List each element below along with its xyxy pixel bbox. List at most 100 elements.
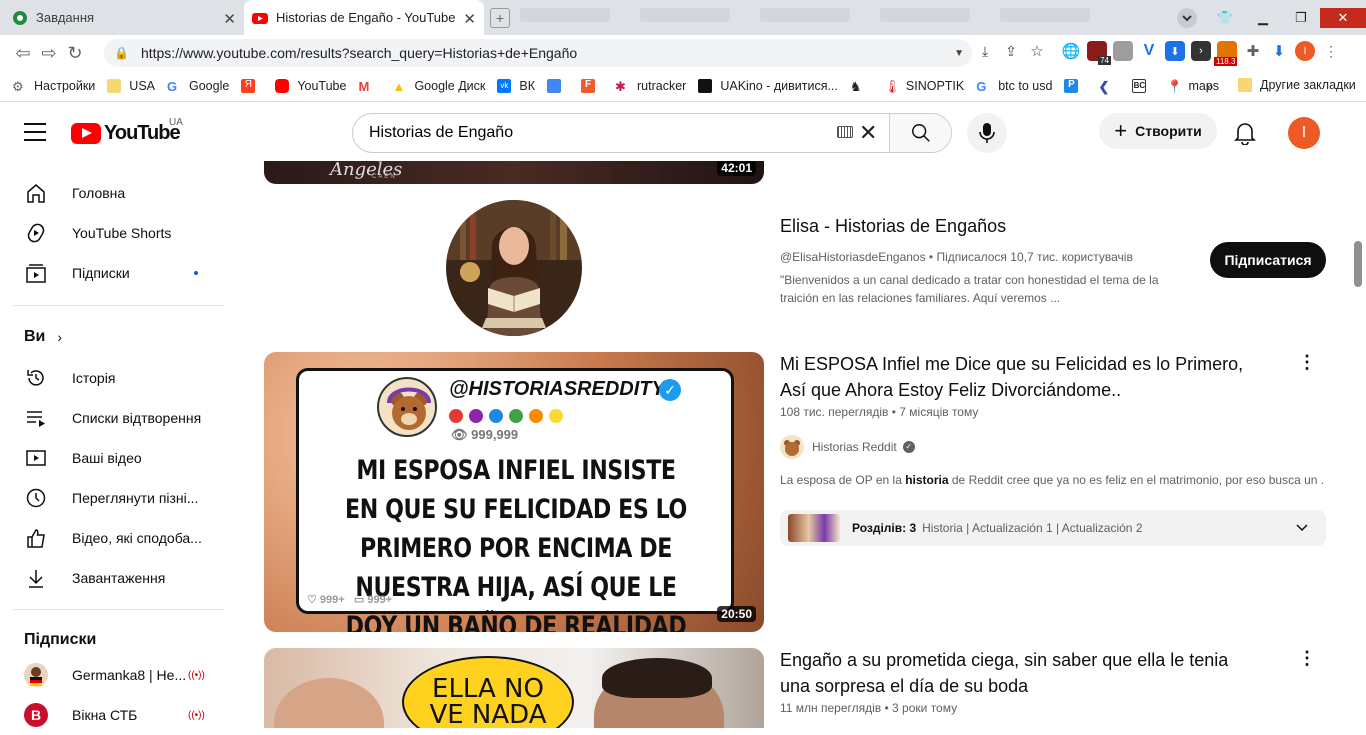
- chapters-bar[interactable]: Розділів: 3 Historia | Actualización 1 |…: [780, 510, 1326, 546]
- video-title[interactable]: Mi ESPOSA Infiel me Dice que su Felicida…: [780, 351, 1260, 403]
- vk-icon: vk: [497, 79, 512, 93]
- bookmark-btc[interactable]: Gbtc to usd: [976, 79, 1052, 94]
- voice-search-button[interactable]: [967, 113, 1007, 153]
- youtube-icon: [275, 79, 290, 93]
- playlists-icon: [24, 406, 48, 430]
- subscribe-button[interactable]: Підписатися: [1210, 242, 1326, 278]
- close-tab-icon[interactable]: ✕: [223, 10, 236, 28]
- bookmark-rutracker[interactable]: ✱ rutracker: [615, 79, 686, 94]
- drive-icon: ▲: [392, 79, 406, 94]
- puzzle-extensions-icon[interactable]: ✚: [1243, 41, 1263, 61]
- new-tab-button[interactable]: +: [490, 8, 510, 28]
- video-thumbnail[interactable]: Ángeles CAEN 42:01: [264, 161, 764, 184]
- close-tab-icon[interactable]: ✕: [463, 10, 476, 28]
- minimize-icon[interactable]: ▁: [1244, 8, 1282, 28]
- dropdown-icon[interactable]: ▼: [954, 48, 964, 59]
- channel-avatar-large[interactable]: [446, 200, 582, 336]
- bookmark-p[interactable]: P: [1064, 79, 1086, 93]
- forward-icon[interactable]: ⇨: [36, 43, 62, 64]
- channel-handle-subscribers[interactable]: @ElisaHistoriasdeEnganos • Підписалося 1…: [780, 250, 1133, 264]
- downloader-extension-icon[interactable]: ⬇: [1165, 41, 1185, 61]
- download-page-icon[interactable]: ⤓: [975, 41, 995, 61]
- more-options-icon[interactable]: ⋮: [1298, 649, 1316, 667]
- adblock-icon[interactable]: 74: [1087, 41, 1111, 65]
- video-title[interactable]: Engaño a su prometida ciega, sin saber q…: [780, 647, 1260, 699]
- sidebar-item-liked-videos[interactable]: Відео, які сподоба...: [12, 518, 212, 558]
- sidebar-item-home[interactable]: Головна: [12, 173, 212, 213]
- bookmark-youtube[interactable]: YouTube: [275, 79, 346, 93]
- video-thumbnail[interactable]: ELLA NO VE NADA: [264, 648, 764, 728]
- profile-icon[interactable]: I: [1295, 41, 1315, 61]
- uakino-icon: [698, 79, 713, 93]
- sidebar-item-downloads[interactable]: Завантаження: [12, 558, 212, 598]
- bookmarks-overflow-icon[interactable]: »: [1206, 79, 1213, 94]
- address-bar[interactable]: 🔒 https://www.youtube.com/results?search…: [104, 39, 972, 67]
- thumbnail-handle: @HISTORIASREDDITYA: [449, 378, 678, 400]
- account-avatar[interactable]: I: [1288, 117, 1320, 149]
- sidebar-you-heading[interactable]: Ви ›: [12, 317, 212, 357]
- shirt-icon[interactable]: 👕: [1206, 8, 1244, 28]
- bookmark-yandex[interactable]: Я: [241, 79, 263, 93]
- bookmark-arrow[interactable]: ❮: [1098, 79, 1120, 94]
- search-input[interactable]: [353, 114, 893, 152]
- sidebar-item-playlists[interactable]: Списки відтворення: [12, 398, 212, 438]
- video-thumbnail[interactable]: @HISTORIASREDDITYA ✓ 👁 999,999 MI ESPOSA…: [264, 352, 764, 632]
- gmail-icon: M: [358, 79, 370, 94]
- browser-tab-tasks[interactable]: Завдання ✕: [0, 0, 244, 35]
- bookmark-f[interactable]: F: [581, 79, 603, 93]
- bookmark-google-drive[interactable]: ▲ Google Диск: [392, 79, 485, 94]
- bookmark-figure[interactable]: ♞: [850, 79, 872, 94]
- create-button[interactable]: + Створити: [1099, 113, 1217, 149]
- more-options-icon[interactable]: ⋮: [1298, 353, 1316, 371]
- bookmark-star-icon[interactable]: ☆: [1027, 41, 1047, 61]
- bookmark-usa[interactable]: USA: [107, 79, 155, 93]
- vpn-extension-icon[interactable]: V: [1139, 41, 1159, 61]
- keyboard-icon[interactable]: [837, 126, 853, 138]
- bookmark-translate[interactable]: [547, 79, 569, 93]
- vpn-globe-icon[interactable]: 🌐: [1061, 41, 1081, 61]
- menu-icon[interactable]: ⋮: [1321, 41, 1341, 61]
- clear-search-icon[interactable]: ✕: [859, 120, 877, 146]
- thumbnail-subtext: CAEN: [372, 174, 397, 180]
- share-icon[interactable]: ⇪: [1001, 41, 1021, 61]
- briefcase-extension-icon[interactable]: [1113, 41, 1133, 61]
- browser-tab-bar: Завдання ✕ Historias de Engaño - YouTube…: [0, 0, 1366, 35]
- monitor-extension-icon[interactable]: 118.3: [1214, 41, 1238, 66]
- page-scrollbar[interactable]: [1354, 241, 1362, 287]
- sidebar-item-shorts[interactable]: YouTube Shorts: [12, 213, 212, 253]
- bookmark-uakino[interactable]: UAKino - дивитися...: [698, 79, 838, 93]
- sidebar-item-history[interactable]: Історія: [12, 358, 212, 398]
- bookmark-bc[interactable]: BC: [1132, 79, 1154, 93]
- back-icon[interactable]: ⇦: [10, 43, 36, 64]
- bookmark-vk[interactable]: vk ВК: [497, 79, 535, 93]
- sidebar-item-your-videos[interactable]: Ваші відео: [12, 438, 212, 478]
- channel-name[interactable]: Elisa - Historias de Engaños: [780, 216, 1006, 237]
- downloads-icon[interactable]: ⬇: [1269, 41, 1289, 61]
- search-results: Ángeles CAEN 42:01 Elisa - Historias de …: [236, 161, 1350, 728]
- terminal-extension-icon[interactable]: ›: [1191, 41, 1211, 61]
- maximize-icon[interactable]: ❐: [1282, 8, 1320, 28]
- background-tabs: [520, 8, 1100, 28]
- comment-icon: ▭: [353, 594, 368, 606]
- address-toolbar: ⇦ ⇨ ↻ 🔒 https://www.youtube.com/results?…: [0, 35, 1366, 71]
- tab-search-icon[interactable]: [1168, 7, 1206, 28]
- reload-icon[interactable]: ↻: [62, 43, 88, 64]
- sidebar-subscription-germanka8[interactable]: Germanka8 | Не... ((•)): [12, 655, 212, 695]
- bookmark-sinoptik[interactable]: 🌡 SINOPTIK: [884, 79, 964, 94]
- sidebar-subscription-vikna-stb[interactable]: B Вікна СТБ ((•)): [12, 695, 212, 735]
- verified-icon: ✓: [902, 441, 915, 453]
- sidebar-item-subscriptions[interactable]: Підписки: [12, 253, 212, 293]
- search-button[interactable]: [889, 114, 951, 152]
- notifications-bell-icon[interactable]: [1234, 121, 1256, 145]
- bookmark-gmail[interactable]: M: [358, 79, 380, 94]
- bookmark-settings[interactable]: ⚙ Настройки: [12, 79, 95, 94]
- bookmark-google[interactable]: G Google: [167, 79, 229, 94]
- video-channel[interactable]: Historias Reddit ✓: [780, 435, 915, 459]
- sidebar-item-watch-later[interactable]: Переглянути пізні...: [12, 478, 212, 518]
- close-window-icon[interactable]: ✕: [1320, 7, 1366, 28]
- channel-name: Historias Reddit: [812, 440, 897, 454]
- other-bookmarks[interactable]: Другие закладки: [1238, 78, 1356, 92]
- youtube-logo[interactable]: YouTube UA: [71, 117, 183, 145]
- browser-tab-youtube[interactable]: Historias de Engaño - YouTube ✕: [244, 0, 484, 35]
- hamburger-menu-icon[interactable]: [24, 123, 46, 141]
